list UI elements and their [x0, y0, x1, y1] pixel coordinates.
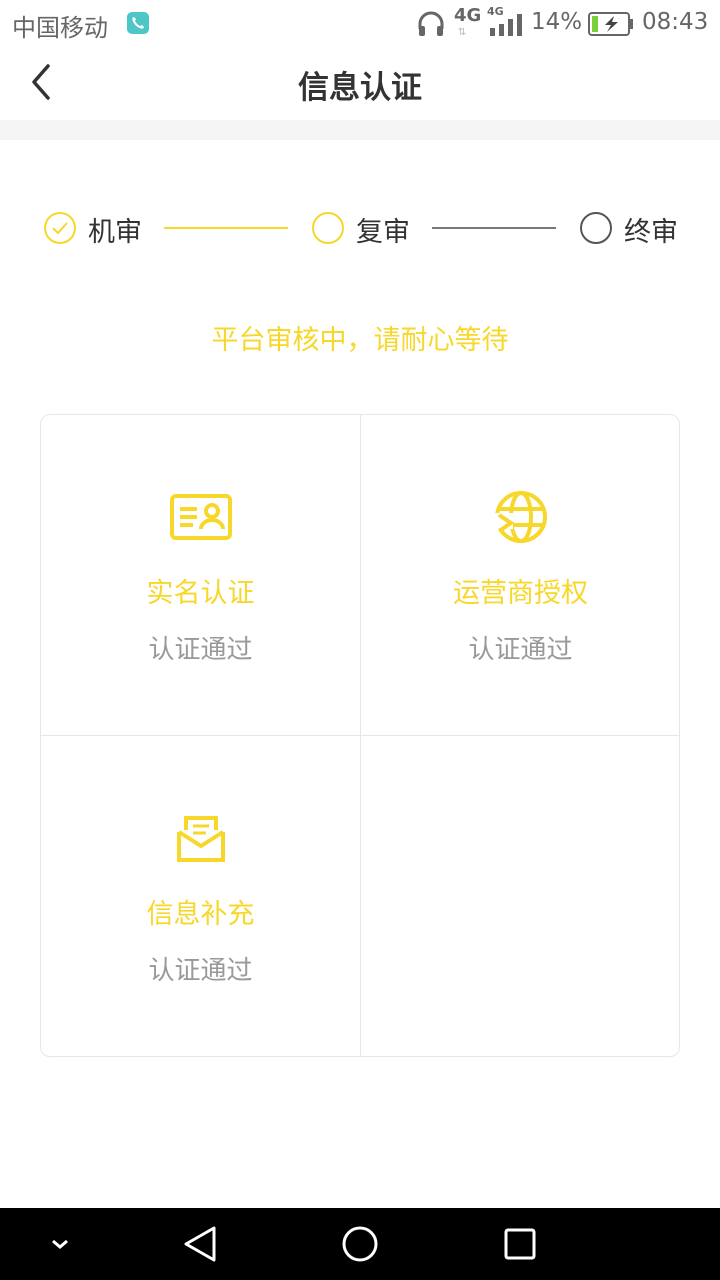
step-connector	[164, 227, 288, 229]
clock: 08:43	[642, 9, 709, 35]
signal-icon	[490, 14, 522, 40]
card-title: 运营商授权	[453, 578, 588, 609]
step-connector	[432, 227, 556, 229]
step-pending-icon	[580, 212, 612, 244]
step-label-machine-review: 机审	[88, 217, 142, 248]
card-title: 实名认证	[146, 578, 255, 609]
card-title: 信息补充	[146, 899, 255, 930]
header-divider	[0, 120, 720, 140]
carrier-name: 中国移动	[12, 14, 108, 42]
review-status-text: 平台审核中，请耐心等待	[211, 325, 509, 356]
step-label-final-review: 终审	[624, 217, 678, 248]
card-status: 认证通过	[148, 956, 253, 986]
envelope-icon	[41, 814, 360, 864]
id-card-icon	[41, 493, 360, 541]
step-current-icon	[312, 212, 344, 244]
battery-charging-icon	[588, 12, 634, 40]
step-done-icon	[44, 212, 76, 244]
app-header: 信息认证	[0, 48, 720, 120]
system-nav-bar	[0, 1208, 720, 1280]
page-title: 信息认证	[298, 70, 422, 106]
card-info-supplement[interactable]: 信息补充 认证通过	[41, 736, 360, 1056]
globe-icon	[361, 489, 680, 545]
step-label-second-review: 复审	[356, 217, 410, 248]
status-bar: 中国移动 4G ⇅ 4G 14% 08:43	[0, 0, 720, 48]
card-status: 认证通过	[148, 635, 253, 665]
call-icon	[127, 12, 149, 34]
home-circle-icon[interactable]	[336, 1208, 384, 1280]
recents-square-icon[interactable]	[496, 1208, 544, 1280]
back-triangle-icon[interactable]	[176, 1208, 224, 1280]
data-arrows-icon: ⇅	[458, 27, 467, 38]
chevron-down-icon[interactable]	[40, 1208, 80, 1280]
card-realname-verification[interactable]: 实名认证 认证通过	[41, 415, 360, 735]
network-4g-label: 4G	[454, 5, 482, 26]
verification-grid: 实名认证 认证通过 运营商授权 认证通过 信息补充 认证通过	[40, 414, 680, 1057]
battery-percent: 14%	[531, 9, 583, 35]
card-carrier-authorization[interactable]: 运营商授权 认证通过	[361, 415, 680, 735]
card-status: 认证通过	[468, 635, 573, 665]
headphone-icon	[416, 9, 446, 41]
review-steps: 机审 复审 终审	[0, 200, 720, 260]
